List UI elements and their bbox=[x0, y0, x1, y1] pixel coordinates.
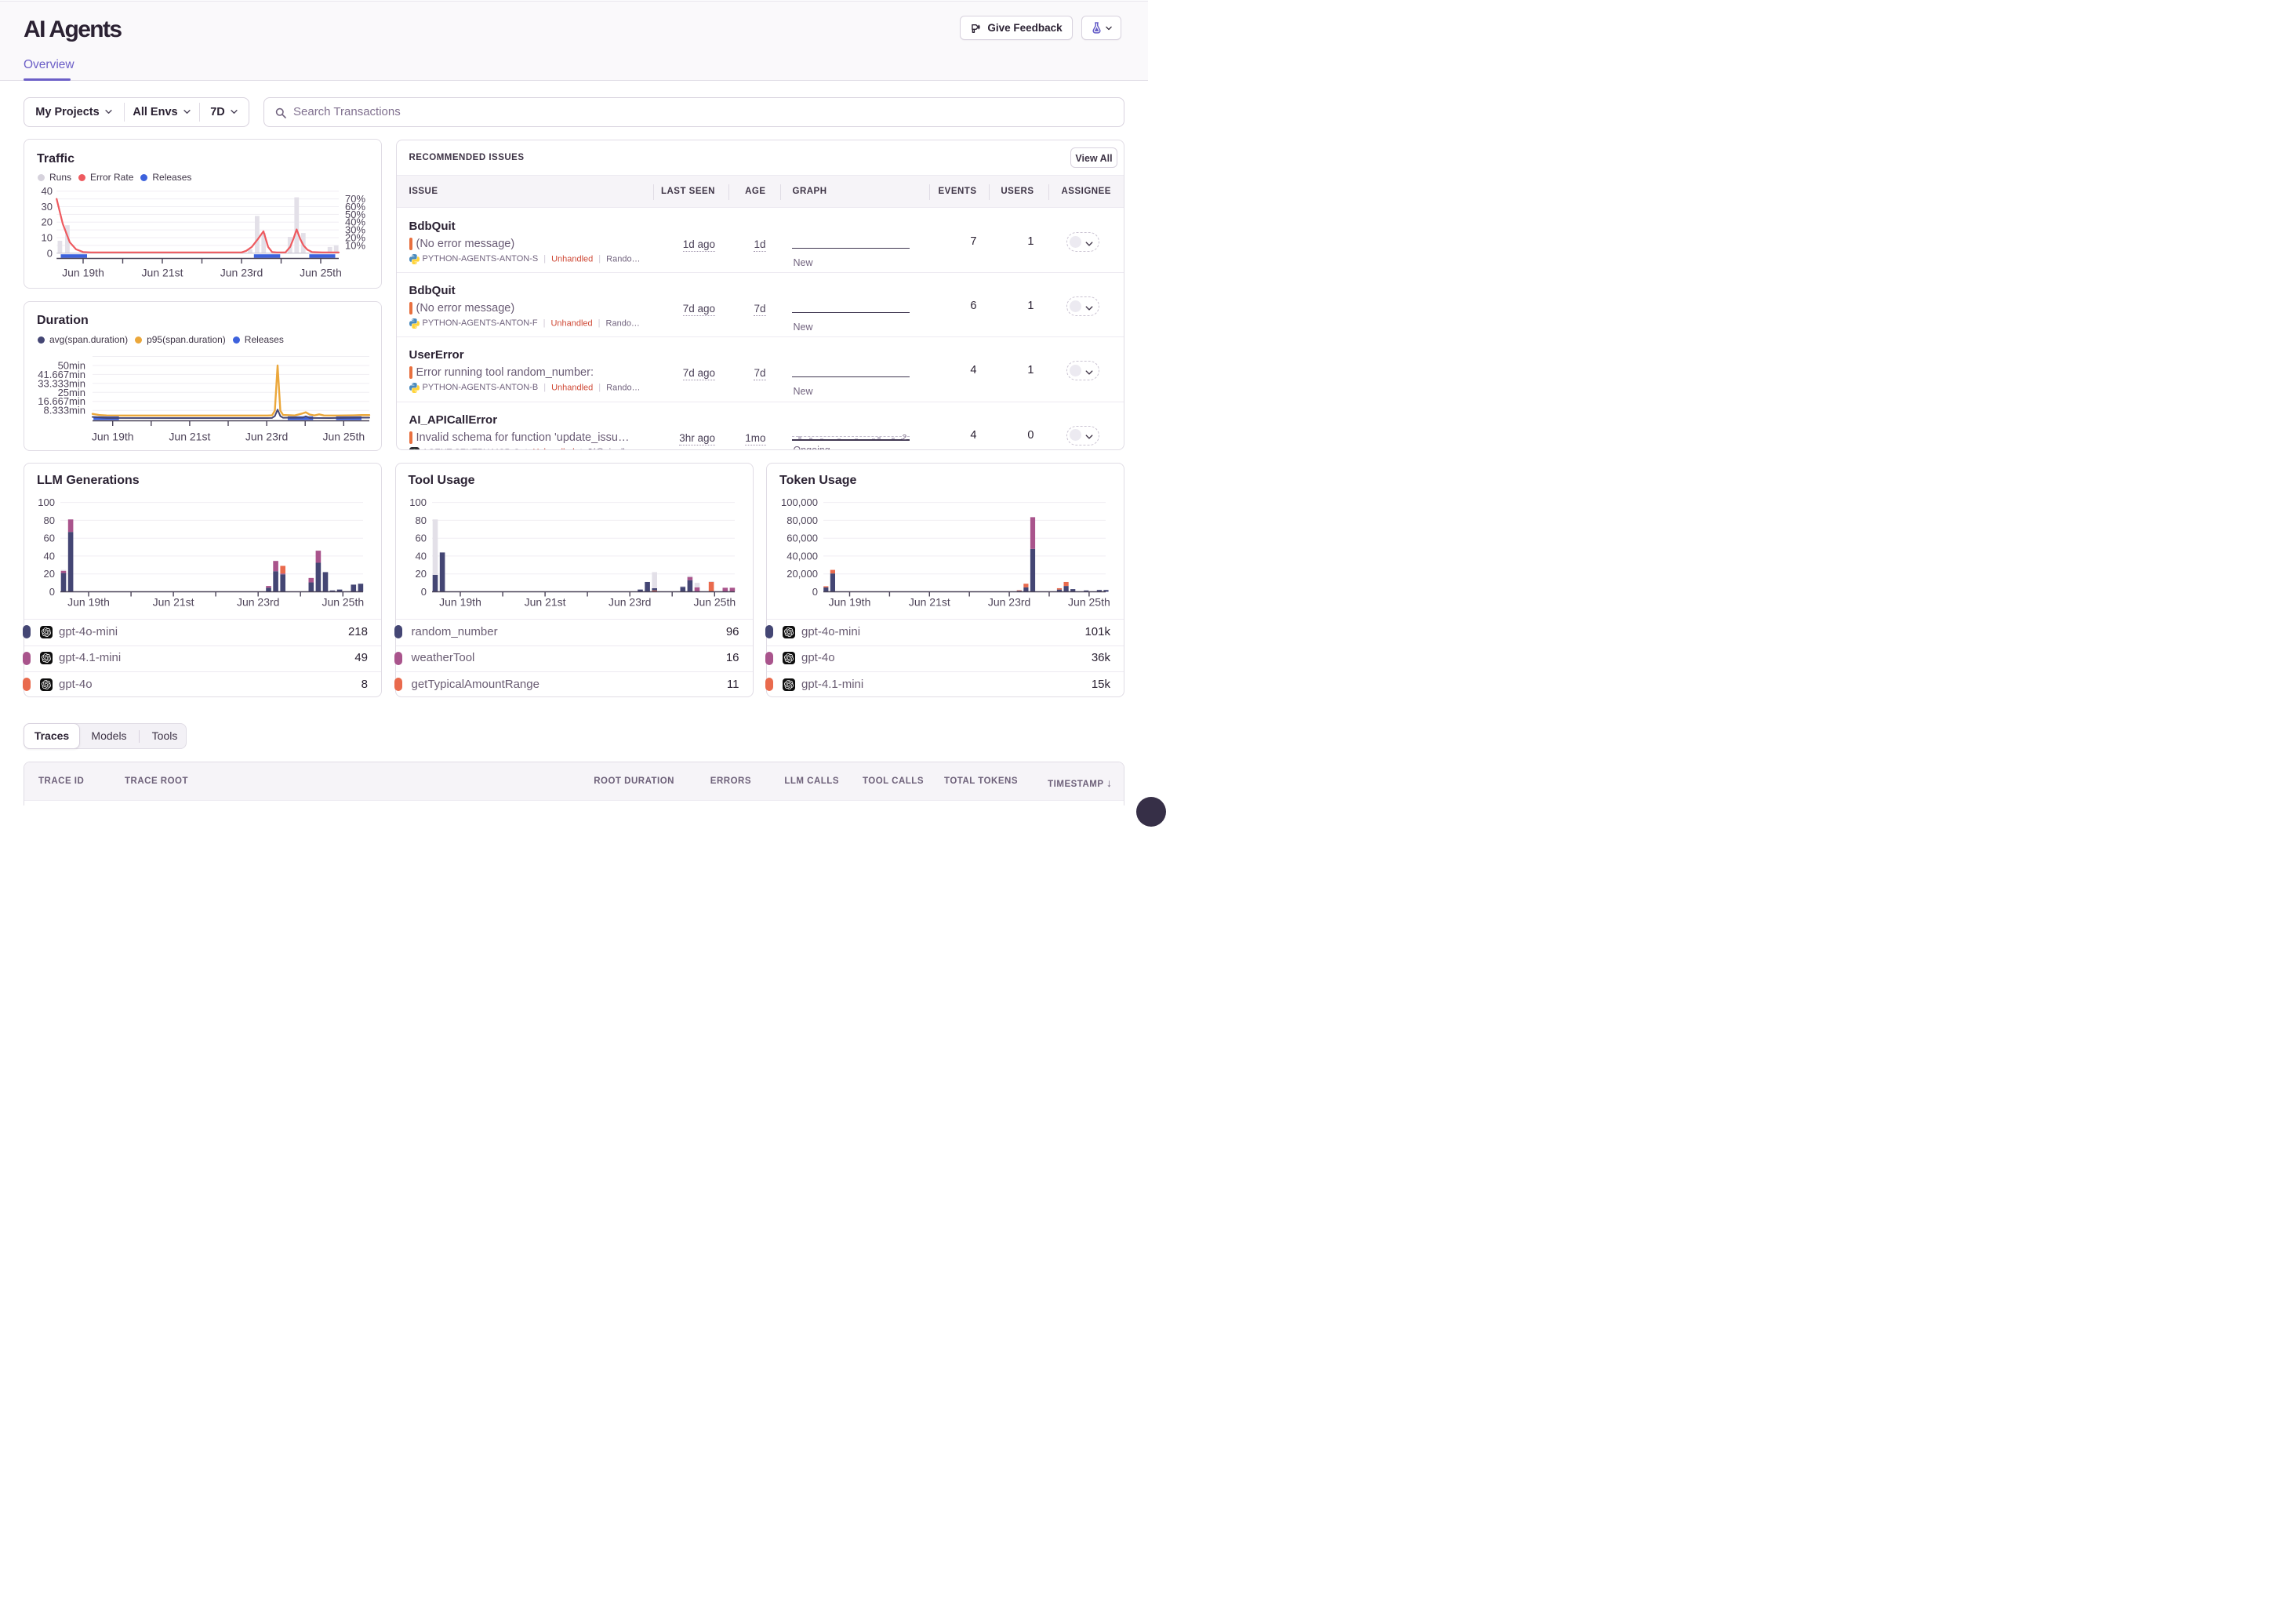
svg-text:40: 40 bbox=[42, 185, 53, 197]
svg-text:20: 20 bbox=[415, 568, 426, 580]
svg-text:60,000: 60,000 bbox=[787, 533, 818, 544]
svg-text:60: 60 bbox=[44, 533, 55, 544]
svg-text:Jun 21st: Jun 21st bbox=[142, 267, 183, 279]
svg-text:Jun 25th: Jun 25th bbox=[322, 596, 364, 609]
svg-text:Jun 21st: Jun 21st bbox=[909, 596, 950, 609]
svg-text:Jun 21st: Jun 21st bbox=[524, 596, 565, 609]
svg-text:Jun 25th: Jun 25th bbox=[300, 267, 342, 279]
svg-text:40,000: 40,000 bbox=[787, 550, 818, 562]
svg-text:Jun 23rd: Jun 23rd bbox=[245, 431, 288, 443]
svg-text:Jun 19th: Jun 19th bbox=[829, 596, 871, 609]
svg-text:Jun 25th: Jun 25th bbox=[1068, 596, 1110, 609]
svg-text:Jun 19th: Jun 19th bbox=[439, 596, 481, 609]
svg-text:100: 100 bbox=[38, 496, 55, 508]
svg-text:0: 0 bbox=[812, 586, 818, 598]
svg-text:40: 40 bbox=[44, 550, 55, 562]
svg-text:Jun 21st: Jun 21st bbox=[169, 431, 210, 443]
svg-text:20: 20 bbox=[44, 568, 55, 580]
svg-text:Jun 19th: Jun 19th bbox=[67, 596, 110, 609]
svg-text:Jun 19th: Jun 19th bbox=[92, 431, 134, 443]
svg-text:80: 80 bbox=[415, 515, 426, 526]
svg-text:100,000: 100,000 bbox=[781, 496, 818, 508]
svg-text:0: 0 bbox=[49, 586, 55, 598]
svg-text:80,000: 80,000 bbox=[787, 515, 818, 526]
svg-text:40: 40 bbox=[415, 550, 426, 562]
svg-text:20: 20 bbox=[42, 216, 53, 228]
svg-text:30: 30 bbox=[42, 201, 53, 213]
svg-text:Jun 21st: Jun 21st bbox=[153, 596, 194, 609]
svg-text:Jun 23rd: Jun 23rd bbox=[988, 596, 1030, 609]
svg-text:8.333min: 8.333min bbox=[44, 405, 85, 416]
svg-text:20,000: 20,000 bbox=[787, 568, 818, 580]
svg-text:0: 0 bbox=[47, 247, 53, 259]
svg-text:80: 80 bbox=[44, 515, 55, 526]
svg-text:Jun 25th: Jun 25th bbox=[322, 431, 365, 443]
svg-text:Jun 19th: Jun 19th bbox=[62, 267, 104, 279]
svg-text:100: 100 bbox=[409, 496, 427, 508]
svg-text:60: 60 bbox=[415, 533, 426, 544]
svg-text:Jun 23rd: Jun 23rd bbox=[608, 596, 650, 609]
svg-text:0: 0 bbox=[420, 586, 426, 598]
svg-text:70%: 70% bbox=[345, 193, 365, 205]
svg-text:Jun 23rd: Jun 23rd bbox=[237, 596, 279, 609]
svg-text:Jun 23rd: Jun 23rd bbox=[220, 267, 263, 279]
svg-text:10: 10 bbox=[42, 232, 53, 244]
svg-text:Jun 25th: Jun 25th bbox=[693, 596, 736, 609]
